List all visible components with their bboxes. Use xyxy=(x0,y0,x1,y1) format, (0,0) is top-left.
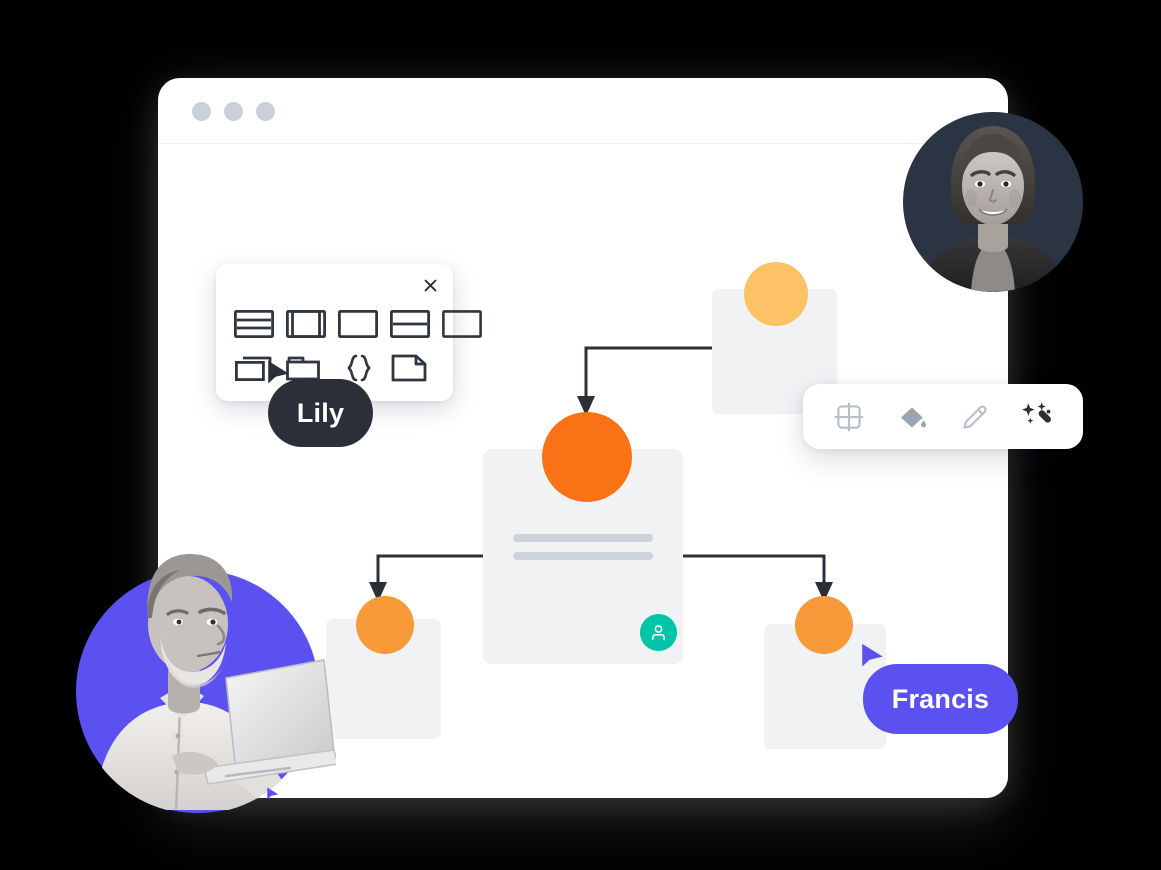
node-center-avatar-circle[interactable] xyxy=(542,412,632,502)
node-right-avatar-circle[interactable] xyxy=(795,596,853,654)
layout-file-icon[interactable] xyxy=(390,354,430,382)
cursor-arrow-purple-small xyxy=(267,787,279,800)
paint-bucket-icon[interactable] xyxy=(891,396,933,438)
close-icon[interactable] xyxy=(419,274,441,296)
stage: Lily Francis xyxy=(0,0,1161,870)
pencil-icon[interactable] xyxy=(954,396,996,438)
layout-templates-row-1 xyxy=(234,310,482,338)
collaborator-label-lily[interactable]: Lily xyxy=(268,379,373,447)
layout-blank-icon[interactable] xyxy=(338,310,378,338)
collaborator-name: Francis xyxy=(891,683,990,714)
user-badge[interactable] xyxy=(640,614,677,651)
avatar-woman[interactable] xyxy=(903,112,1083,292)
layout-code-icon[interactable] xyxy=(338,354,378,382)
floating-toolbar xyxy=(803,384,1083,449)
crop-frame-icon[interactable] xyxy=(828,396,870,438)
placeholder-bar xyxy=(513,534,653,542)
avatar-woman-photo xyxy=(903,112,1083,292)
node-top-avatar-circle[interactable] xyxy=(744,262,808,326)
user-icon xyxy=(652,625,665,641)
traffic-lights xyxy=(192,102,275,121)
window-minimize-dot[interactable] xyxy=(224,102,243,121)
collaborator-name: Lily xyxy=(296,397,345,428)
layout-inset-icon[interactable] xyxy=(286,310,326,338)
window-maximize-dot[interactable] xyxy=(256,102,275,121)
window-close-dot[interactable] xyxy=(192,102,211,121)
placeholder-bar xyxy=(513,552,653,560)
avatar-man-backdrop xyxy=(76,570,319,813)
magic-wand-icon[interactable] xyxy=(1017,396,1059,438)
window-titlebar xyxy=(158,78,1008,144)
collaborator-label-francis[interactable]: Francis xyxy=(863,664,1018,734)
layout-rows-icon[interactable] xyxy=(234,310,274,338)
layout-empty-icon[interactable] xyxy=(442,310,482,338)
node-left-avatar-circle[interactable] xyxy=(356,596,414,654)
layout-split-icon[interactable] xyxy=(390,310,430,338)
